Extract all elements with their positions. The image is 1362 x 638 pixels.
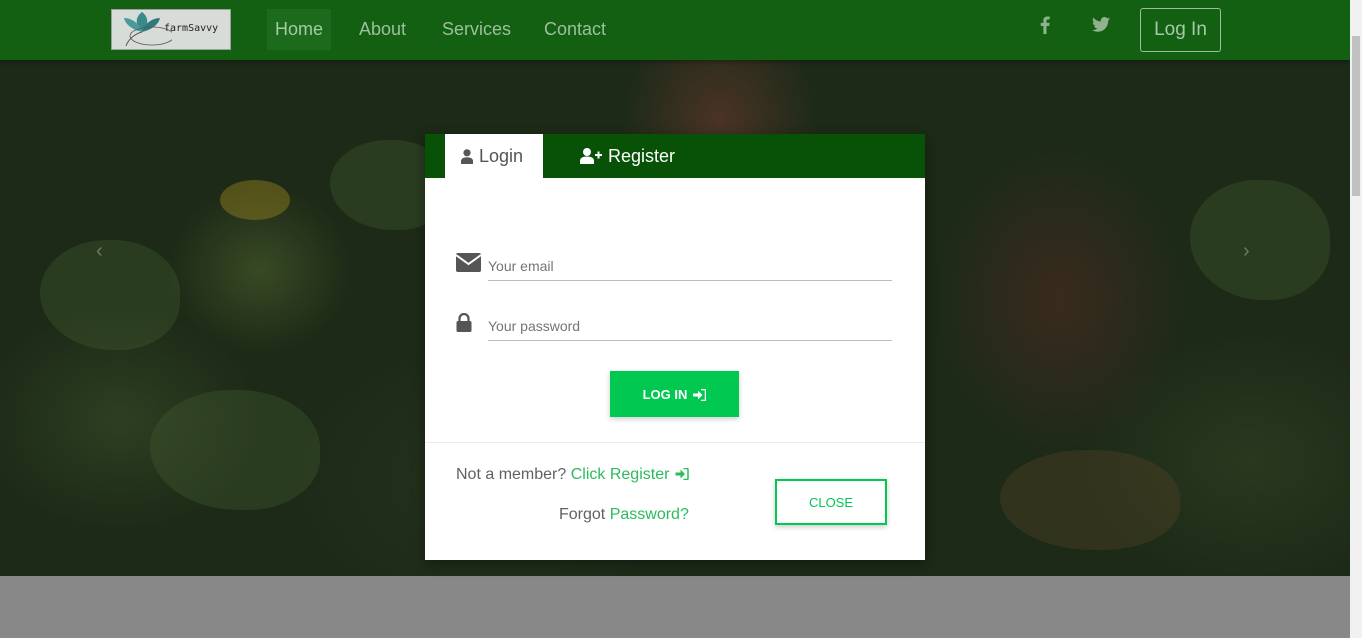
sign-in-icon	[693, 388, 707, 401]
logo-text: farmSavvy	[164, 23, 219, 34]
top-navbar: farmSavvy Home About Services Contact Lo…	[0, 0, 1350, 60]
user-plus-icon	[580, 148, 602, 164]
carousel-prev-icon[interactable]: ‹	[96, 240, 103, 263]
password-input[interactable]	[488, 311, 892, 341]
hero-flower	[220, 180, 290, 220]
carousel-next-icon[interactable]: ›	[1243, 240, 1250, 263]
register-link-click: Click	[570, 466, 606, 483]
scrollbar-thumb[interactable]	[1352, 36, 1360, 196]
twitter-icon[interactable]	[1092, 16, 1110, 37]
modal-tab-bar: Login Register	[425, 134, 925, 178]
leaf-logo-icon	[124, 12, 172, 47]
forgot-password-link[interactable]: Password?	[610, 506, 689, 523]
register-link[interactable]: Click Register	[571, 466, 690, 483]
hero-foliage	[40, 240, 180, 350]
register-link-label: Register	[609, 466, 670, 483]
hero-foliage	[1190, 180, 1330, 300]
page-below-hero	[0, 576, 1350, 638]
tab-login-label: Login	[479, 146, 524, 166]
facebook-icon[interactable]	[1040, 16, 1050, 39]
nav-about[interactable]: About	[351, 9, 414, 50]
page-scrollbar[interactable]	[1350, 0, 1362, 638]
user-icon	[461, 149, 473, 164]
close-button[interactable]: CLOSE	[775, 479, 887, 525]
email-input[interactable]	[488, 251, 892, 281]
register-prompt-text: Not a member?	[456, 466, 567, 483]
tab-register[interactable]: Register	[580, 134, 675, 178]
envelope-icon	[456, 253, 481, 272]
nav-contact[interactable]: Contact	[536, 9, 614, 50]
nav-login-button[interactable]: Log In	[1140, 8, 1221, 52]
tab-login[interactable]: Login	[445, 134, 543, 178]
password-field-group	[456, 311, 892, 341]
hero-foliage	[150, 390, 320, 510]
login-submit-label: LOG IN	[642, 386, 688, 402]
forgot-prefix: Forgot	[559, 506, 606, 523]
modal-divider	[425, 442, 925, 443]
nav-home[interactable]: Home	[267, 9, 332, 50]
sign-in-icon	[675, 467, 690, 481]
hero-soil	[1000, 450, 1180, 550]
login-submit-button[interactable]: LOG IN	[610, 371, 739, 417]
email-field-group	[456, 251, 892, 281]
register-prompt: Not a member? Click Register	[456, 466, 690, 484]
forgot-password-prompt: Forgot Password?	[559, 506, 689, 524]
lock-icon	[456, 313, 472, 332]
tab-register-label: Register	[608, 146, 676, 166]
login-modal: Login Register LOG IN Not a member? Clic…	[425, 134, 925, 560]
nav-services[interactable]: Services	[434, 9, 519, 50]
farmsavvy-logo[interactable]: farmSavvy	[111, 9, 231, 50]
